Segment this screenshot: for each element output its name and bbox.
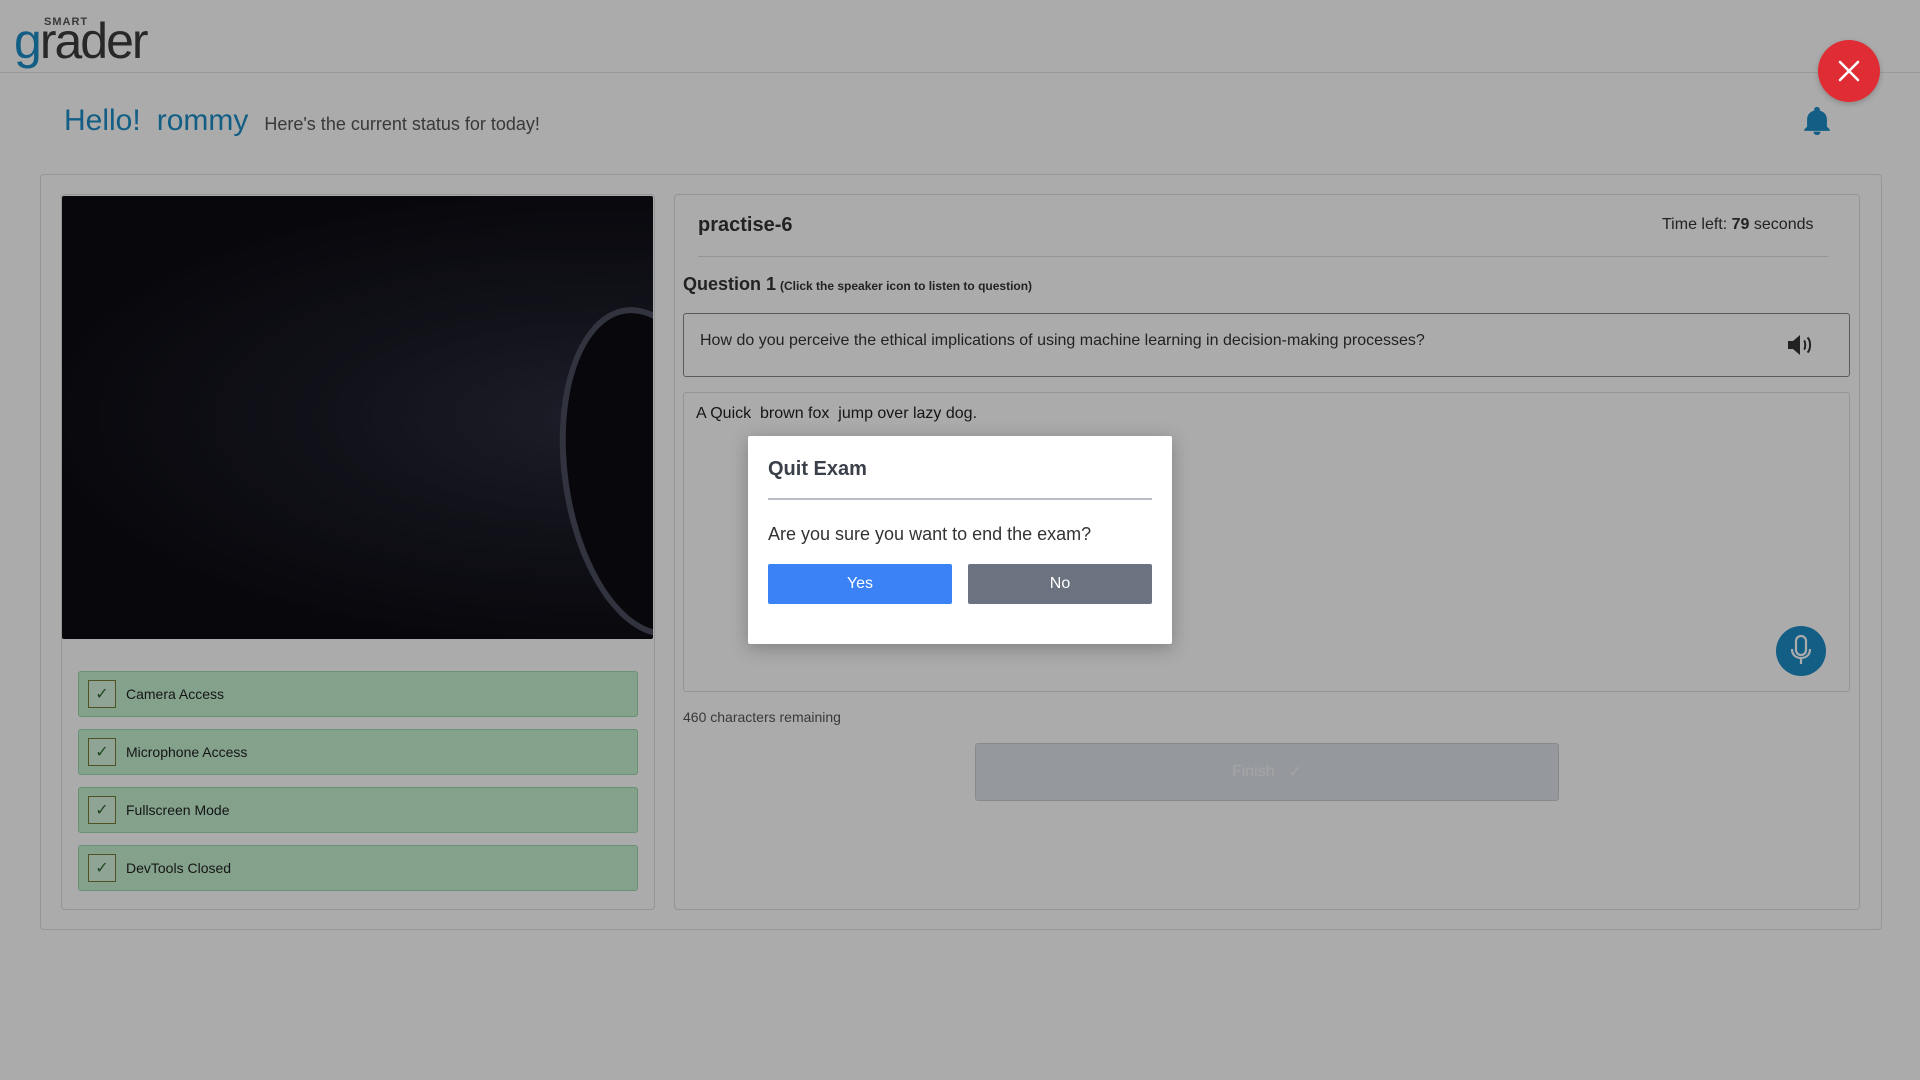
no-button[interactable]: No (968, 564, 1152, 604)
dialog-title: Quit Exam (768, 458, 867, 480)
dialog-divider (768, 498, 1152, 500)
quit-exam-dialog: Quit Exam Are you sure you want to end t… (748, 436, 1172, 644)
dialog-message: Are you sure you want to end the exam? (768, 524, 1092, 544)
yes-button[interactable]: Yes (768, 564, 952, 604)
close-icon (1838, 60, 1860, 82)
close-exam-button[interactable] (1818, 40, 1880, 102)
